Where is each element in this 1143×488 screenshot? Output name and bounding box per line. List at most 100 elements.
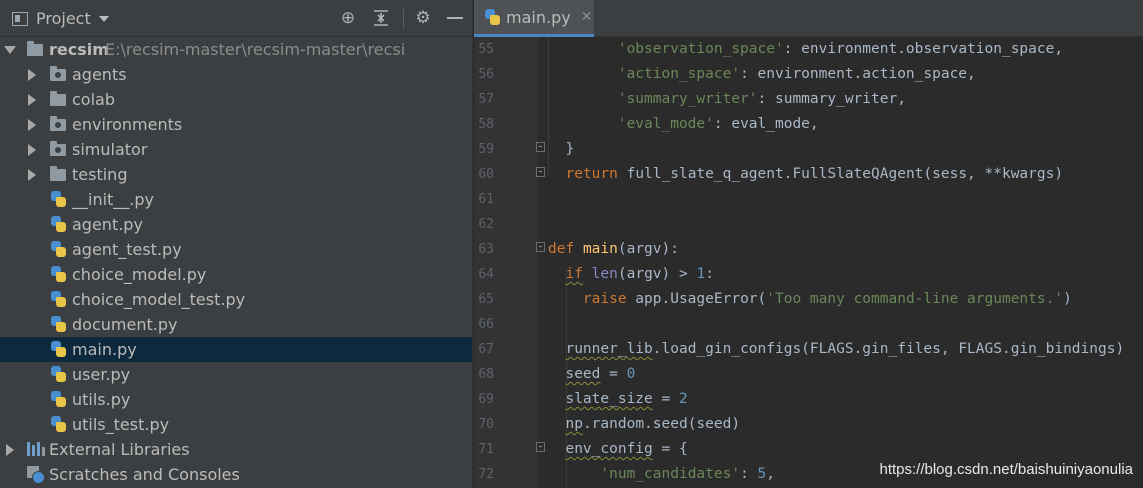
crosshair-icon[interactable]: ⊕ xyxy=(338,8,358,28)
gear-icon[interactable]: ⚙ xyxy=(413,8,433,28)
tree-file-user[interactable]: user.py xyxy=(0,362,472,387)
scratches-label: Scratches and Consoles xyxy=(49,465,240,484)
editor-tab-bar: main.py ✕ xyxy=(474,0,1143,37)
code-line-71: env_config = { xyxy=(548,437,687,462)
fold-marker-icon[interactable] xyxy=(536,242,545,252)
expand-arrow-icon[interactable] xyxy=(4,46,16,54)
tree-file-choice-model[interactable]: choice_model.py xyxy=(0,262,472,287)
line-number: 61 xyxy=(478,192,494,207)
folder-name: simulator xyxy=(72,140,148,159)
project-view-selector[interactable]: Project xyxy=(12,9,109,28)
code-token: : eval_mode, xyxy=(713,116,819,132)
line-number: 66 xyxy=(478,317,494,332)
line-number: 63 xyxy=(478,242,494,257)
keyword-token: raise xyxy=(582,291,627,307)
root-folder-name: recsim xyxy=(49,40,109,59)
folder-name: agents xyxy=(72,65,127,84)
tab-label: main.py xyxy=(506,7,571,27)
fold-marker-icon[interactable] xyxy=(536,167,545,177)
tab-main-py[interactable]: main.py ✕ xyxy=(474,0,594,37)
tree-file-init[interactable]: __init__.py xyxy=(0,187,472,212)
code-token: : summary_writer, xyxy=(757,91,906,107)
code-token: full_slate_q_agent.FullSlateQAgent(sess,… xyxy=(617,166,1064,182)
python-file-icon xyxy=(50,190,66,208)
watermark-text: https://blog.csdn.net/baishuiniyaonulia xyxy=(879,461,1133,478)
collapse-all-icon[interactable] xyxy=(371,8,391,28)
tree-file-utils[interactable]: utils.py xyxy=(0,387,472,412)
tree-scratches[interactable]: Scratches and Consoles xyxy=(0,462,472,487)
line-number: 72 xyxy=(478,467,494,482)
line-number: 67 xyxy=(478,342,494,357)
tree-folder-colab[interactable]: colab xyxy=(0,87,472,112)
file-name: choice_model_test.py xyxy=(72,290,246,309)
collapse-arrow-icon[interactable] xyxy=(28,94,36,106)
tree-file-agent-test[interactable]: agent_test.py xyxy=(0,237,472,262)
collapse-arrow-icon[interactable] xyxy=(28,69,36,81)
tree-file-main[interactable]: main.py xyxy=(0,337,472,362)
code-line-59: } xyxy=(548,137,574,162)
fold-marker-icon[interactable] xyxy=(536,142,545,152)
line-number: 58 xyxy=(478,117,494,132)
python-file-icon xyxy=(50,265,66,283)
tree-file-agent[interactable]: agent.py xyxy=(0,212,472,237)
code-token: , xyxy=(766,466,776,482)
tree-root-recsim[interactable]: recsim E:\recsim-master\recsim-master\re… xyxy=(0,37,472,62)
scratches-icon xyxy=(27,466,45,484)
string-token: 'num_candidates' xyxy=(600,466,741,482)
tree-file-choice-model-test[interactable]: choice_model_test.py xyxy=(0,287,472,312)
code-token: : environment.action_space, xyxy=(740,66,976,82)
collapse-arrow-icon[interactable] xyxy=(6,444,14,456)
code-token: .load_gin_configs(FLAGS.gin_files, FLAGS… xyxy=(652,341,1125,357)
file-name: utils_test.py xyxy=(72,415,170,434)
code-line-72: 'num_candidates': 5, xyxy=(548,462,775,487)
file-name: __init__.py xyxy=(72,190,155,209)
tree-file-utils-test[interactable]: utils_test.py xyxy=(0,412,472,437)
code-token: = xyxy=(652,391,679,407)
code-line-65: raise app.UsageError('Too many command-l… xyxy=(548,287,1072,312)
code-line-63: def main(argv): xyxy=(548,237,679,262)
python-file-icon xyxy=(50,315,66,333)
code-line-58: 'eval_mode': eval_mode, xyxy=(548,112,819,137)
code-token: np xyxy=(565,416,583,432)
tree-file-document[interactable]: document.py xyxy=(0,312,472,337)
fold-marker-icon[interactable] xyxy=(536,442,545,452)
editor-area: main.py ✕ 55 56 57 58 59 60 61 62 63 64 … xyxy=(474,0,1143,488)
package-folder-icon xyxy=(50,116,66,131)
builtin-token: len xyxy=(591,266,618,282)
keyword-token: def xyxy=(548,241,575,257)
number-token: 1 xyxy=(696,266,706,282)
file-name: document.py xyxy=(72,315,178,334)
code-token: .random.seed(seed) xyxy=(582,416,741,432)
number-token: 0 xyxy=(626,366,636,382)
line-number: 60 xyxy=(478,167,494,182)
folder-icon xyxy=(50,91,66,106)
code-token: = xyxy=(600,366,627,382)
file-name: main.py xyxy=(72,340,137,359)
tree-folder-testing[interactable]: testing xyxy=(0,162,472,187)
tree-external-libraries[interactable]: External Libraries xyxy=(0,437,472,462)
tree-folder-environments[interactable]: environments xyxy=(0,112,472,137)
line-number: 69 xyxy=(478,392,494,407)
tree-folder-simulator[interactable]: simulator xyxy=(0,137,472,162)
line-number: 62 xyxy=(478,217,494,232)
python-file-icon xyxy=(50,390,66,408)
string-token: 'observation_space' xyxy=(617,41,784,57)
close-icon[interactable]: ✕ xyxy=(581,9,593,25)
collapse-arrow-icon[interactable] xyxy=(28,169,36,181)
python-file-icon xyxy=(50,340,66,358)
line-number: 64 xyxy=(478,267,494,282)
collapse-arrow-icon[interactable] xyxy=(28,144,36,156)
collapse-arrow-icon[interactable] xyxy=(28,119,36,131)
code-token: env_config xyxy=(565,441,653,457)
minimize-icon[interactable] xyxy=(445,8,465,28)
file-name: agent.py xyxy=(72,215,143,234)
library-icon xyxy=(27,442,45,456)
line-number: 65 xyxy=(478,292,494,307)
code-token: slate_size xyxy=(565,391,653,407)
line-number: 59 xyxy=(478,142,494,157)
code-token: seed xyxy=(565,366,601,382)
tree-folder-agents[interactable]: agents xyxy=(0,62,472,87)
code-line-57: 'summary_writer': summary_writer, xyxy=(548,87,906,112)
code-line-68: seed = 0 xyxy=(548,362,635,387)
folder-icon xyxy=(27,41,43,56)
